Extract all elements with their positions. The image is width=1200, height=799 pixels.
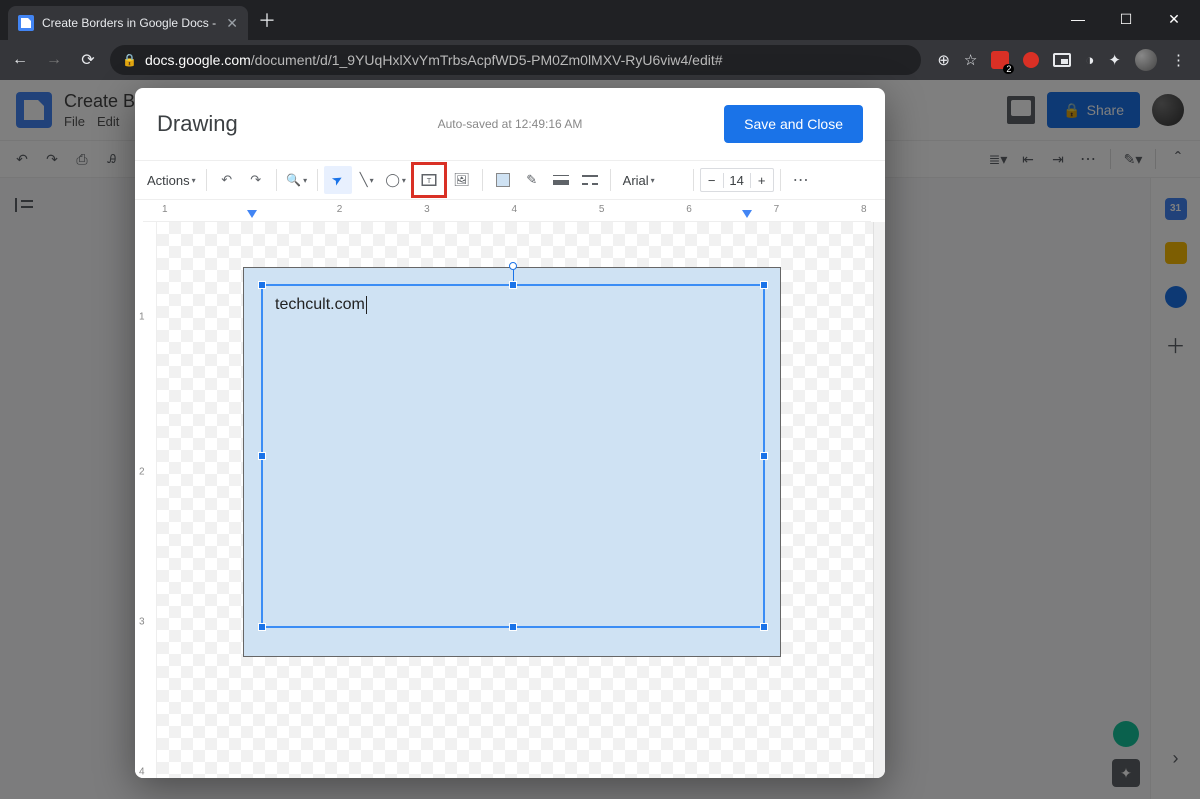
fill-color-button[interactable]	[489, 166, 517, 194]
ruler-tick: 2	[139, 467, 145, 478]
extensions-puzzle-icon[interactable]: ✦	[1108, 51, 1121, 69]
vertical-ruler[interactable]: 1 2 3 4	[135, 222, 157, 778]
zoom-menu[interactable]	[283, 166, 311, 194]
ruler-right-marker[interactable]	[742, 210, 752, 218]
drawing-canvas[interactable]: techcult.com	[157, 222, 873, 778]
nav-forward-button[interactable]: →	[42, 51, 66, 69]
border-weight-button[interactable]	[547, 166, 575, 194]
window-maximize-button[interactable]: ☐	[1104, 4, 1148, 34]
window-controls: ― ☐ ✕	[1056, 4, 1200, 34]
more-options-button[interactable]	[787, 166, 815, 194]
canvas-scrollbar[interactable]	[873, 222, 885, 778]
ruler-tick: 7	[774, 204, 780, 215]
drawing-canvas-wrap: 1 2 3 4 5 6 7 8 1 2 3 4	[135, 200, 885, 778]
ruler-tick: 4	[139, 767, 145, 778]
redo-button[interactable]	[242, 166, 270, 194]
ruler-tick: 3	[424, 204, 430, 215]
tab-close-icon[interactable]: ✕	[226, 15, 238, 32]
resize-handle-tl[interactable]	[258, 281, 266, 289]
extension-adblock-icon[interactable]	[1023, 52, 1039, 68]
bookmark-star-icon[interactable]: ☆	[964, 51, 977, 69]
image-tool[interactable]	[448, 166, 476, 194]
selected-textbox[interactable]: techcult.com	[261, 284, 765, 628]
font-size-increase[interactable]: +	[751, 173, 773, 188]
font-family-menu[interactable]: Arial	[617, 166, 687, 194]
resize-handle-br[interactable]	[760, 623, 768, 631]
nav-back-button[interactable]: ←	[8, 51, 32, 69]
profile-avatar-icon[interactable]	[1135, 49, 1157, 71]
horizontal-ruler[interactable]: 1 2 3 4 5 6 7 8	[143, 200, 871, 222]
drawing-toolbar: Actions T Arial − 14 +	[135, 160, 885, 200]
lock-icon: 🔒	[122, 53, 137, 67]
browser-tab[interactable]: Create Borders in Google Docs - ✕	[8, 6, 248, 40]
rotation-handle[interactable]	[509, 262, 517, 270]
font-size-value[interactable]: 14	[723, 173, 751, 188]
url-text: docs.google.com/document/d/1_9YUqHxlXvYm…	[145, 52, 723, 68]
ruler-tick: 8	[861, 204, 867, 215]
autosave-status: Auto-saved at 12:49:16 AM	[438, 117, 583, 131]
textbox-tool[interactable]: T	[415, 166, 443, 194]
resize-handle-bl[interactable]	[258, 623, 266, 631]
ruler-tick: 2	[337, 204, 343, 215]
save-and-close-button[interactable]: Save and Close	[724, 105, 863, 143]
fill-color-icon	[496, 173, 510, 187]
select-tool[interactable]	[324, 166, 352, 194]
border-dash-icon	[582, 175, 598, 185]
ruler-tick: 3	[139, 617, 145, 628]
resize-handle-tm[interactable]	[509, 281, 517, 289]
actions-menu[interactable]: Actions	[143, 166, 200, 194]
pip-icon[interactable]	[1053, 53, 1071, 67]
undo-button[interactable]	[213, 166, 241, 194]
line-tool[interactable]	[353, 166, 381, 194]
docs-favicon-icon	[18, 15, 34, 31]
search-icon[interactable]: ⊕	[937, 51, 950, 69]
font-size-control: − 14 +	[700, 168, 774, 192]
border-dash-button[interactable]	[576, 166, 604, 194]
omnibox[interactable]: 🔒 docs.google.com/document/d/1_9YUqHxlXv…	[110, 45, 921, 75]
border-color-button[interactable]	[518, 166, 546, 194]
text-cursor	[366, 296, 367, 314]
textbox-text[interactable]: techcult.com	[275, 296, 367, 314]
ruler-tick: 5	[599, 204, 605, 215]
ruler-left-marker[interactable]	[247, 210, 257, 218]
textbox-tool-highlight: T	[411, 162, 447, 198]
resize-handle-tr[interactable]	[760, 281, 768, 289]
window-minimize-button[interactable]: ―	[1056, 4, 1100, 34]
extension-todoist-icon[interactable]: 2	[991, 51, 1009, 69]
window-close-button[interactable]: ✕	[1152, 4, 1196, 34]
address-bar-actions: ⊕ ☆ 2 ◑ ✦ ⋮	[931, 49, 1192, 71]
ruler-tick: 1	[139, 311, 145, 322]
font-size-decrease[interactable]: −	[701, 173, 723, 188]
shape-tool[interactable]	[382, 166, 410, 194]
drawing-title: Drawing	[157, 111, 238, 137]
tab-title: Create Borders in Google Docs -	[42, 16, 218, 30]
resize-handle-ml[interactable]	[258, 452, 266, 460]
ruler-tick: 4	[511, 204, 517, 215]
drawing-header: Drawing Auto-saved at 12:49:16 AM Save a…	[135, 88, 885, 160]
border-weight-icon	[553, 175, 569, 185]
browser-address-bar: ← → ⟳ 🔒 docs.google.com/document/d/1_9YU…	[0, 40, 1200, 80]
new-tab-button[interactable]: ＋	[248, 3, 286, 37]
extension-generic-icon[interactable]: ◑	[1085, 52, 1094, 69]
drawing-modal: Drawing Auto-saved at 12:49:16 AM Save a…	[135, 88, 885, 778]
ruler-tick: 6	[686, 204, 692, 215]
svg-text:T: T	[426, 176, 431, 185]
resize-handle-bm[interactable]	[509, 623, 517, 631]
chrome-menu-icon[interactable]: ⋮	[1171, 51, 1186, 69]
ruler-tick: 1	[162, 204, 168, 215]
browser-titlebar: Create Borders in Google Docs - ✕ ＋ ― ☐ …	[0, 0, 1200, 40]
resize-handle-mr[interactable]	[760, 452, 768, 460]
nav-reload-button[interactable]: ⟳	[76, 50, 100, 70]
